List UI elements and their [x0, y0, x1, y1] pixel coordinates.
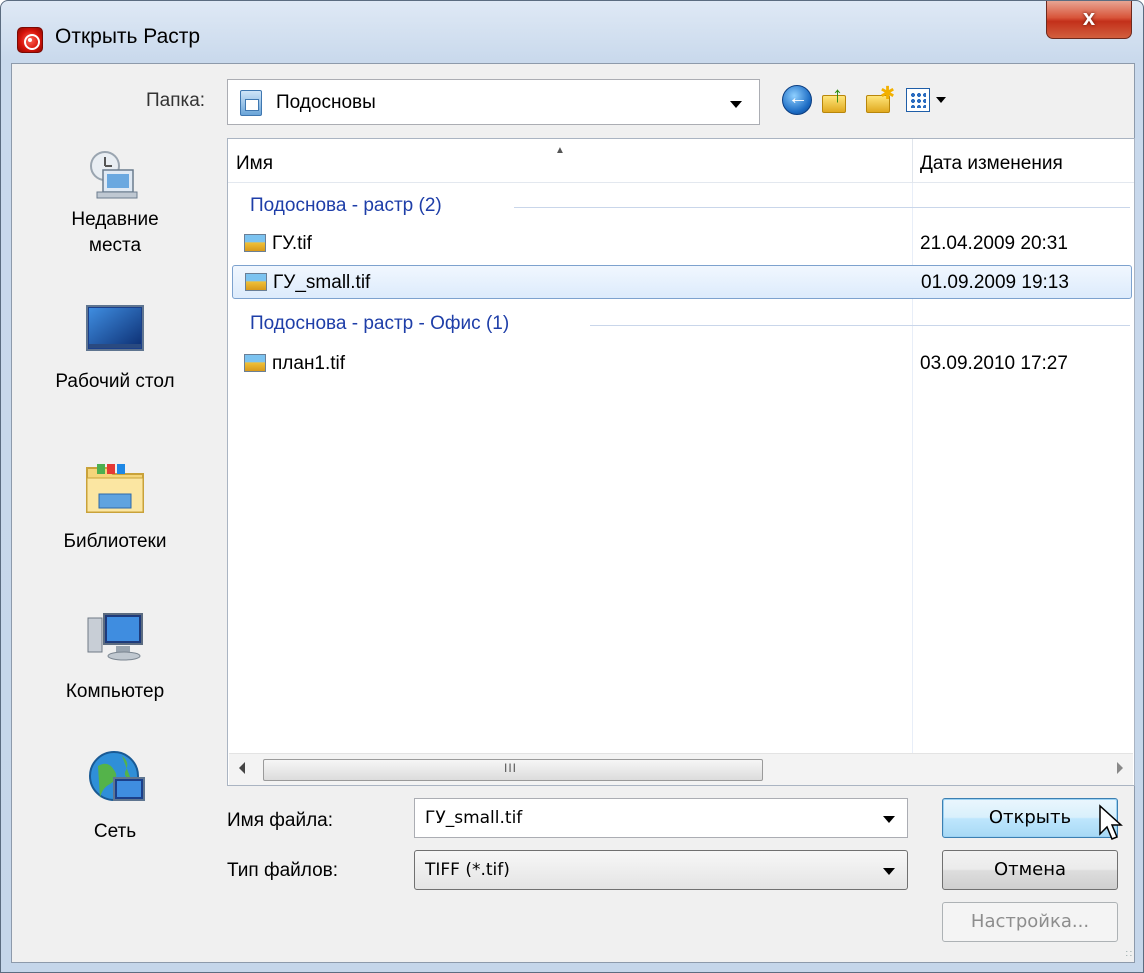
place-libraries-label: Библиотеки [63, 531, 167, 552]
up-folder-icon[interactable]: ↑ [820, 84, 850, 115]
horizontal-scrollbar[interactable]: III [229, 753, 1133, 785]
place-network[interactable]: Сеть [12, 748, 218, 858]
place-recent[interactable]: Недавние места [12, 138, 218, 288]
libraries-icon [86, 464, 144, 513]
recent-places-icon [90, 151, 138, 199]
group-header[interactable]: Подоснова - растр - Офис (1) [250, 313, 509, 335]
network-icon [89, 751, 145, 801]
open-raster-dialog: Открыть Растр x Папка: Подосновы ↑ ✱ [0, 0, 1144, 973]
chevron-down-icon [883, 868, 895, 875]
file-row-selected[interactable]: ГУ_small.tif 01.09.2009 19:13 [232, 265, 1132, 299]
computer-icon [87, 613, 143, 661]
filetype-value: TIFF (*.tif) [425, 860, 510, 880]
file-date: 01.09.2009 19:13 [921, 272, 1069, 293]
group-header[interactable]: Подоснова - растр (2) [250, 195, 442, 217]
view-menu-icon[interactable] [906, 88, 930, 112]
file-row[interactable]: план1.tif 03.09.2010 17:27 [232, 347, 1132, 381]
column-date-header[interactable]: Дата изменения [920, 153, 1063, 175]
group-divider [514, 207, 1130, 208]
filename-input[interactable]: ГУ_small.tif [414, 798, 908, 838]
tif-image-icon [244, 234, 266, 252]
place-network-label: Сеть [93, 821, 137, 842]
group-divider [590, 325, 1130, 326]
place-desktop[interactable]: Рабочий стол [12, 298, 218, 448]
sort-ascending-icon: ▲ [555, 145, 565, 156]
file-row[interactable]: ГУ.tif 21.04.2009 20:31 [232, 227, 1132, 261]
view-menu-chevron-icon[interactable] [936, 97, 946, 103]
column-divider[interactable] [912, 139, 913, 183]
new-folder-icon[interactable]: ✱ [864, 83, 895, 115]
chevron-down-icon [730, 101, 742, 108]
cursor-arrow-icon [1099, 804, 1123, 840]
place-computer[interactable]: Компьютер [12, 598, 218, 748]
filename-value: ГУ_small.tif [425, 808, 523, 828]
open-button[interactable]: Открыть [942, 798, 1118, 838]
tif-image-icon [244, 354, 266, 372]
scroll-left-icon[interactable] [239, 762, 245, 774]
column-header: ▲ Имя Дата изменения [228, 139, 1134, 183]
filetype-select[interactable]: TIFF (*.tif) [414, 850, 908, 890]
place-libraries[interactable]: Библиотеки [12, 448, 218, 598]
file-date: 21.04.2009 20:31 [920, 233, 1068, 254]
title-bar[interactable]: Открыть Растр x [1, 1, 1143, 63]
place-desktop-label: Рабочий стол [55, 371, 175, 392]
cancel-button[interactable]: Отмена [942, 850, 1118, 890]
file-name: план1.tif [272, 353, 346, 374]
file-name: ГУ_small.tif [273, 272, 371, 293]
close-button[interactable]: x [1046, 1, 1132, 39]
folder-label: Папка: [146, 90, 206, 111]
app-icon [17, 27, 43, 53]
chevron-down-icon[interactable] [883, 816, 895, 823]
scroll-right-icon[interactable] [1117, 762, 1123, 774]
file-date: 03.09.2010 17:27 [920, 353, 1068, 374]
place-recent-label-1: Недавние [71, 209, 159, 230]
folder-select[interactable]: Подосновы [227, 79, 760, 125]
settings-button: Настройка... [942, 902, 1118, 942]
scroll-grip: III [504, 761, 518, 775]
folder-icon [240, 90, 262, 116]
tif-image-icon [245, 273, 267, 291]
window-title: Открыть Растр [55, 25, 201, 48]
folder-value: Подосновы [276, 92, 376, 113]
place-recent-label-2: места [88, 235, 142, 256]
column-name-header[interactable]: Имя [236, 153, 273, 175]
desktop-icon [86, 305, 144, 351]
back-arrow-icon[interactable] [782, 85, 812, 115]
dialog-body: Папка: Подосновы ↑ ✱ [11, 63, 1135, 963]
place-computer-label: Компьютер [65, 681, 165, 702]
filename-label: Имя файла: [227, 810, 334, 831]
places-bar: Недавние места Рабочий стол Библиотеки К… [12, 138, 218, 854]
filetype-label: Тип файлов: [227, 860, 339, 881]
file-name: ГУ.tif [272, 233, 312, 254]
resize-grip-icon[interactable]: ∷ [1126, 949, 1132, 960]
file-list[interactable]: ▲ Имя Дата изменения Подоснова - растр (… [227, 138, 1135, 786]
scrollbar-thumb[interactable]: III [263, 759, 763, 781]
